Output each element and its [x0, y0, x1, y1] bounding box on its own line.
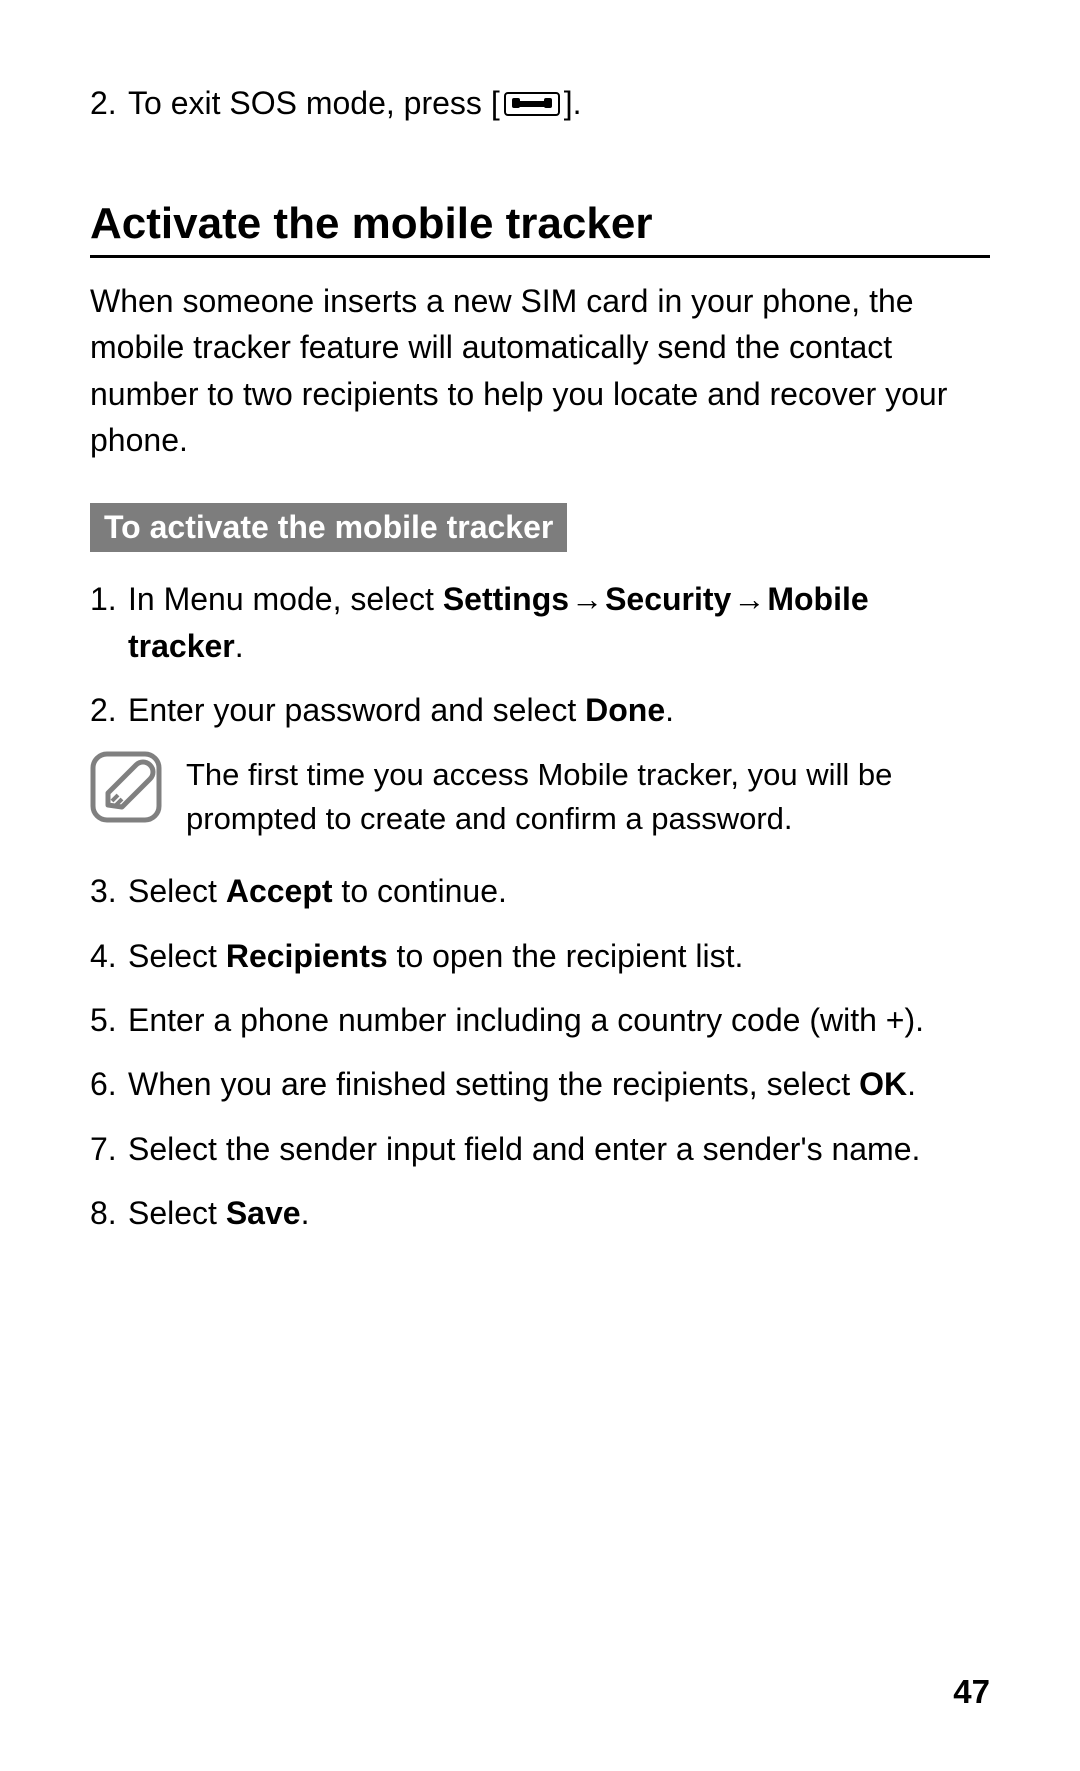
step-number: 7.: [90, 1126, 128, 1172]
step-text: To exit SOS mode, press [].: [128, 80, 990, 129]
sos-exit-step: 2. To exit SOS mode, press [].: [90, 80, 990, 129]
step-number: 5.: [90, 997, 128, 1043]
step-7: 7. Select the sender input field and ent…: [90, 1126, 990, 1172]
step-text: In Menu mode, select Settings → Security…: [128, 576, 990, 669]
step-text: When you are finished setting the recipi…: [128, 1061, 990, 1107]
section-heading: Activate the mobile tracker: [90, 199, 990, 258]
step-number: 2.: [90, 687, 128, 733]
intro-paragraph: When someone inserts a new SIM card in y…: [90, 278, 990, 464]
step-3: 3. Select Accept to continue.: [90, 868, 990, 914]
step-number: 8.: [90, 1190, 128, 1236]
step-text: Enter a phone number including a country…: [128, 997, 990, 1043]
step-text: Select the sender input field and enter …: [128, 1126, 990, 1172]
step-text: Enter your password and select Done.: [128, 687, 990, 733]
step-4: 4. Select Recipients to open the recipie…: [90, 933, 990, 979]
step-2: 2. Enter your password and select Done.: [90, 687, 990, 733]
sub-heading: To activate the mobile tracker: [90, 503, 567, 552]
step-text: Select Accept to continue.: [128, 868, 990, 914]
step-text: Select Save.: [128, 1190, 990, 1236]
note-icon: [90, 751, 162, 823]
step-number: 4.: [90, 933, 128, 979]
step-1: 1. In Menu mode, select Settings → Secur…: [90, 576, 990, 669]
step-text: Select Recipients to open the recipient …: [128, 933, 990, 979]
step-5: 5. Enter a phone number including a coun…: [90, 997, 990, 1043]
step-number: 6.: [90, 1061, 128, 1107]
end-call-key-icon: [504, 82, 560, 128]
page-number: 47: [953, 1673, 990, 1711]
steps-list: 1. In Menu mode, select Settings → Secur…: [90, 576, 990, 1236]
note-row: The first time you access Mobile tracker…: [90, 751, 990, 840]
step-number: 1.: [90, 576, 128, 669]
step-number: 2.: [90, 80, 128, 129]
step-number: 3.: [90, 868, 128, 914]
step-8: 8. Select Save.: [90, 1190, 990, 1236]
step-6: 6. When you are finished setting the rec…: [90, 1061, 990, 1107]
note-text: The first time you access Mobile tracker…: [186, 751, 990, 840]
